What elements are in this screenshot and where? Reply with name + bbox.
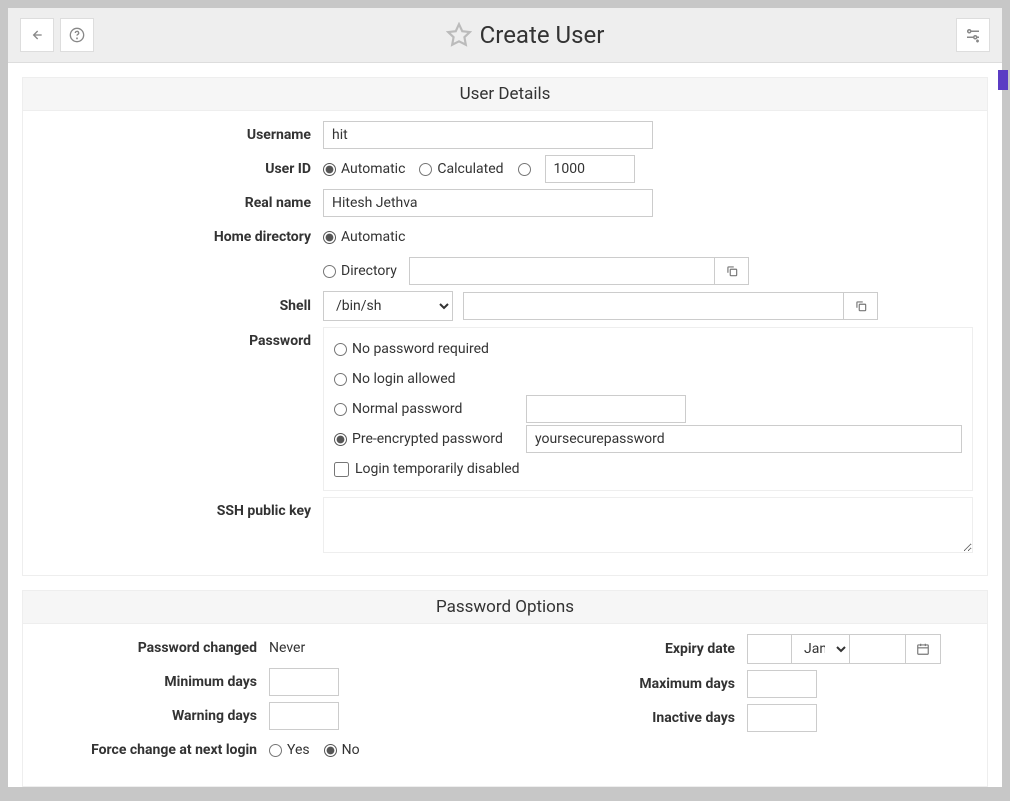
uid-calculated-radio[interactable]: Calculated (419, 161, 503, 177)
back-arrow-icon (29, 27, 45, 43)
ssh-key-textarea[interactable] (323, 497, 973, 553)
uid-automatic-text: Automatic (341, 161, 405, 177)
pw-preenc-radio[interactable]: Pre-encrypted password (334, 431, 526, 447)
password-options-header: Password Options (22, 590, 988, 624)
pw-none-radio[interactable]: No password required (334, 341, 526, 357)
inactive-days-input[interactable] (747, 704, 817, 732)
pw-nologin-text: No login allowed (352, 371, 456, 387)
home-directory-input[interactable] (410, 258, 714, 284)
pw-changed-label: Password changed (37, 634, 269, 662)
login-disabled-text: Login temporarily disabled (355, 461, 520, 477)
password-options-panel: Password Options Password changed Never … (22, 590, 988, 787)
expiry-label: Expiry date (515, 635, 747, 663)
help-icon (69, 27, 85, 43)
shell-label: Shell (37, 292, 323, 320)
back-button[interactable] (20, 18, 54, 52)
copy-icon (725, 264, 739, 278)
force-no-text: No (342, 742, 360, 758)
home-automatic-radio[interactable]: Automatic (323, 229, 405, 245)
password-block: No password required No login allowed (323, 327, 973, 491)
username-input[interactable] (323, 121, 653, 149)
star-icon[interactable] (446, 22, 472, 48)
help-button[interactable] (60, 18, 94, 52)
uid-custom-input[interactable] (545, 155, 635, 183)
warn-days-label: Warning days (37, 702, 269, 730)
user-id-label: User ID (37, 155, 323, 183)
home-directory-text: Directory (341, 263, 397, 279)
config-button[interactable] (956, 18, 990, 52)
password-label: Password (37, 327, 323, 355)
min-days-label: Minimum days (37, 668, 269, 696)
shell-path-browse-button[interactable] (843, 293, 877, 319)
pw-changed-value: Never (269, 634, 305, 662)
copy-icon (854, 299, 868, 313)
user-details-panel: User Details Username User ID Automatic (22, 77, 988, 576)
force-change-label: Force change at next login (37, 736, 269, 764)
pw-normal-radio[interactable]: Normal password (334, 401, 526, 417)
uid-custom-radio[interactable] (518, 163, 531, 176)
expiry-month-select[interactable]: Jan (792, 635, 850, 663)
real-name-label: Real name (37, 189, 323, 217)
user-details-header: User Details (22, 77, 988, 111)
real-name-input[interactable] (323, 189, 653, 217)
shell-select[interactable]: /bin/sh (323, 291, 453, 321)
pw-none-text: No password required (352, 341, 489, 357)
config-icon (964, 26, 982, 44)
warn-days-input[interactable] (269, 702, 339, 730)
pw-normal-input[interactable] (526, 395, 686, 423)
home-dir-label: Home directory (37, 223, 323, 251)
expiry-year-input[interactable] (850, 635, 906, 663)
top-bar: Create User (8, 8, 1002, 63)
uid-calculated-text: Calculated (437, 161, 503, 177)
side-badge (998, 70, 1008, 90)
pw-preenc-text: Pre-encrypted password (352, 431, 503, 447)
ssh-key-label: SSH public key (37, 497, 323, 525)
shell-path-input[interactable] (464, 293, 843, 319)
page-title: Create User (480, 21, 605, 49)
force-yes-text: Yes (287, 742, 310, 758)
pw-preenc-input[interactable] (526, 425, 962, 453)
home-directory-browse-button[interactable] (714, 258, 748, 284)
username-label: Username (37, 121, 323, 149)
max-days-label: Maximum days (515, 670, 747, 698)
max-days-input[interactable] (747, 670, 817, 698)
uid-automatic-radio[interactable]: Automatic (323, 161, 405, 177)
login-disabled-checkbox[interactable]: Login temporarily disabled (334, 461, 520, 477)
home-directory-radio[interactable]: Directory (323, 263, 395, 279)
pw-nologin-radio[interactable]: No login allowed (334, 371, 526, 387)
force-yes-radio[interactable]: Yes (269, 742, 310, 758)
force-no-radio[interactable]: No (324, 742, 360, 758)
min-days-input[interactable] (269, 668, 339, 696)
expiry-day-input[interactable] (748, 635, 792, 663)
inactive-days-label: Inactive days (515, 704, 747, 732)
home-automatic-text: Automatic (341, 229, 405, 245)
expiry-calendar-button[interactable] (906, 642, 940, 656)
pw-normal-text: Normal password (352, 401, 462, 417)
calendar-icon (916, 642, 930, 656)
